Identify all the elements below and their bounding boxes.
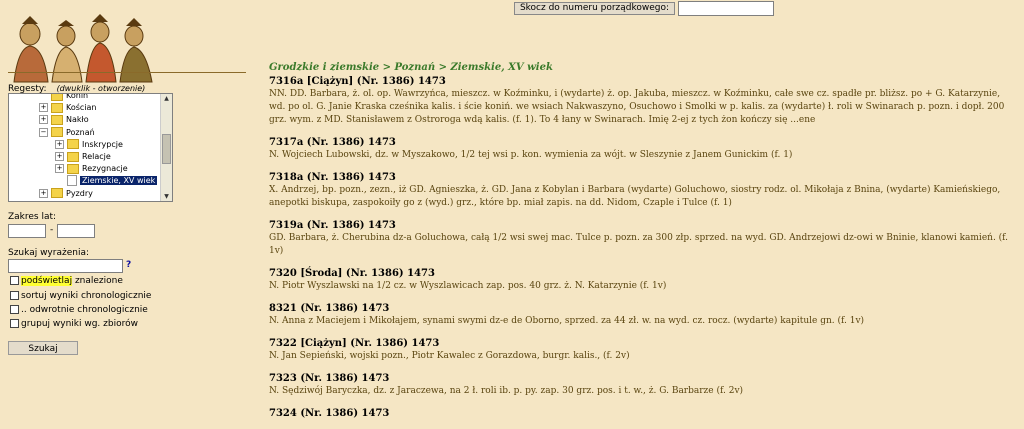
tree-item[interactable]: + Rezygnacje <box>55 163 128 175</box>
entry-item: 7318a (Nr. 1386) 1473 X. Andrzej, bp. poz… <box>269 171 1009 210</box>
group-by-collection-checkbox[interactable] <box>10 319 19 328</box>
reverse-chronological-checkbox[interactable] <box>10 305 19 314</box>
tree-item[interactable]: Konin <box>39 93 89 102</box>
option-sort-chronological[interactable]: sortuj wyniki chronologicznie <box>10 291 151 301</box>
tree-item-label: Nakło <box>66 115 89 125</box>
entry-item: 7316a [Ciążyn] (Nr. 1386) 1473 NN. DD. Ba… <box>269 75 1009 127</box>
entry-item: 7322 [Ciążyn] (Nr. 1386) 1473 N. Jan Sepi… <box>269 337 1009 363</box>
search-button[interactable]: Szukaj <box>8 341 78 355</box>
entry-title[interactable]: 7319a (Nr. 1386) 1473 <box>269 219 1009 232</box>
entry-item: 7324 (Nr. 1386) 1473 <box>269 407 1009 420</box>
entry-item: 8321 (Nr. 1386) 1473 N. Anna z Maciejem i… <box>269 302 1009 328</box>
entry-text: X. Andrzej, bp. pozn., zezn., iż GD. Agn… <box>269 185 1001 208</box>
entry-text: N. Anna z Maciejem i Mikołajem, synami s… <box>269 316 865 326</box>
entry-title[interactable]: 7317a (Nr. 1386) 1473 <box>269 136 1009 149</box>
year-range-label: Zakres lat: <box>8 212 57 222</box>
folder-icon <box>51 102 63 113</box>
folder-icon <box>51 127 63 138</box>
option-sort-label: sortuj wyniki chronologicznie <box>21 291 152 301</box>
entry-item: 7319a (Nr. 1386) 1473 GD. Barbara, ż. Che… <box>269 219 1009 258</box>
expand-plus-icon[interactable]: + <box>55 152 64 161</box>
document-icon <box>67 175 77 187</box>
tree-item-label: Pyzdry <box>66 188 93 198</box>
entry-text: NN. DD. Barbara, ż. ol. op. Wawrzyńca, m… <box>269 89 1005 125</box>
entry-item: 7320 [Środa] (Nr. 1386) 1473 N. Piotr Wys… <box>269 267 1009 293</box>
expand-plus-icon[interactable]: + <box>55 139 64 149</box>
entry-title[interactable]: 7323 (Nr. 1386) 1473 <box>269 372 1009 385</box>
results-panel: Grodzkie i ziemskie > Poznań > Ziemskie,… <box>269 61 1009 429</box>
tree-item-label: Rezygnacje <box>82 164 128 174</box>
tree-item[interactable]: + Pyzdry <box>39 188 93 200</box>
logo-underline <box>8 72 246 73</box>
option-highlight-marked: podświetlaj <box>21 276 73 286</box>
entry-title[interactable]: 7318a (Nr. 1386) 1473 <box>269 171 1009 184</box>
entry-title[interactable]: 7316a [Ciążyn] (Nr. 1386) 1473 <box>269 75 1009 88</box>
entry-title[interactable]: 7320 [Środa] (Nr. 1386) 1473 <box>269 267 1009 280</box>
year-from-input[interactable] <box>8 224 46 238</box>
tree-item[interactable]: Ziemskie, XV wiek <box>55 175 158 187</box>
search-phrase-input[interactable] <box>8 259 123 273</box>
scroll-thumb[interactable] <box>162 134 171 164</box>
scroll-down-arrow-icon[interactable]: ▼ <box>162 192 171 201</box>
tree-scrollbar[interactable]: ▲ ▼ <box>160 94 172 201</box>
help-link[interactable]: ? <box>126 260 131 270</box>
sort-chronological-checkbox[interactable] <box>10 291 19 300</box>
highlight-checkbox[interactable] <box>10 276 19 285</box>
tree-item[interactable]: + Inskrypcje <box>55 139 123 151</box>
tree-item-label: Inskrypcje <box>82 139 123 149</box>
entry-text: N. Jan Sepieński, wojski pozn., Piotr Ka… <box>269 351 630 361</box>
option-reverse-label: .. odwrotnie chronologicznie <box>21 305 148 315</box>
option-reverse-chronological[interactable]: .. odwrotnie chronologicznie <box>10 305 148 315</box>
folder-icon <box>67 163 79 174</box>
folder-icon <box>67 139 79 150</box>
scroll-up-arrow-icon[interactable]: ▲ <box>162 94 171 103</box>
tree-item-label: Kościan <box>66 103 97 113</box>
jump-to-number-button[interactable]: Skocz do numeru porządkowego: <box>514 2 675 15</box>
year-to-input[interactable] <box>57 224 95 238</box>
entry-text: N. Piotr Wyszlawski na 1/2 cz. w Wyszlaw… <box>269 281 667 291</box>
folder-icon <box>51 94 63 101</box>
option-group-by-collection[interactable]: grupuj wyniki wg. zbiorów <box>10 319 138 329</box>
tree-item[interactable]: + Relacje <box>55 151 111 163</box>
tree-item[interactable]: − Poznań <box>39 127 95 139</box>
jump-to-number-input[interactable] <box>678 1 774 16</box>
option-highlight-label: znalezione <box>72 276 123 286</box>
entry-text: GD. Barbara, ż. Cherubina dz-a Goluchowa… <box>269 233 1009 256</box>
expand-plus-icon[interactable]: + <box>39 103 48 113</box>
option-highlight[interactable]: podświetlaj znalezione <box>10 276 123 286</box>
tree-item-label: Poznań <box>66 127 95 137</box>
folder-icon <box>67 151 79 162</box>
entry-item: 7323 (Nr. 1386) 1473 N. Sędziwój Baryczka… <box>269 372 1009 398</box>
expand-plus-icon[interactable]: + <box>39 115 48 125</box>
logo-figures-image <box>13 14 153 83</box>
entry-text: N. Sędziwój Baryczka, dz. z Jaraczewa, n… <box>269 386 744 396</box>
tree-item[interactable]: + Kościan <box>39 102 97 114</box>
entry-title[interactable]: 8321 (Nr. 1386) 1473 <box>269 302 1009 315</box>
regesty-tree[interactable]: Konin + Kościan + Nakło − Poznań + Inskrypcje + Re… <box>8 93 173 202</box>
entry-title[interactable]: 7322 [Ciążyn] (Nr. 1386) 1473 <box>269 337 1009 350</box>
folder-icon <box>51 114 63 125</box>
tree-item-label: Relacje <box>82 152 111 161</box>
collapse-minus-icon[interactable]: − <box>39 127 48 137</box>
entries-list: 7316a [Ciążyn] (Nr. 1386) 1473 NN. DD. Ba… <box>269 75 1009 420</box>
search-phrase-label: Szukaj wyrażenia: <box>8 248 89 258</box>
tree-item-label: Konin <box>66 93 89 100</box>
entry-text: N. Wojciech Lubowski, dz. w Myszakowo, 1… <box>269 150 793 160</box>
option-group-label: grupuj wyniki wg. zbiorów <box>21 319 138 329</box>
regesty-hint: (dwuklik - otworzenie) <box>56 84 146 93</box>
tree-item-label: Ziemskie, XV wiek <box>80 176 158 186</box>
left-panel: Regesty: (dwuklik - otworzenie) Konin + Koś… <box>0 0 248 429</box>
expand-plus-icon[interactable]: + <box>55 164 64 174</box>
breadcrumb[interactable]: Grodzkie i ziemskie > Poznań > Ziemskie,… <box>269 61 1009 75</box>
expand-plus-icon[interactable]: + <box>39 188 48 198</box>
folder-icon <box>51 188 63 199</box>
entry-title[interactable]: 7324 (Nr. 1386) 1473 <box>269 407 1009 420</box>
year-range-dash: - <box>50 225 54 235</box>
entry-item: 7317a (Nr. 1386) 1473 N. Wojciech Lubowsk… <box>269 136 1009 162</box>
tree-item[interactable]: + Nakło <box>39 114 89 126</box>
